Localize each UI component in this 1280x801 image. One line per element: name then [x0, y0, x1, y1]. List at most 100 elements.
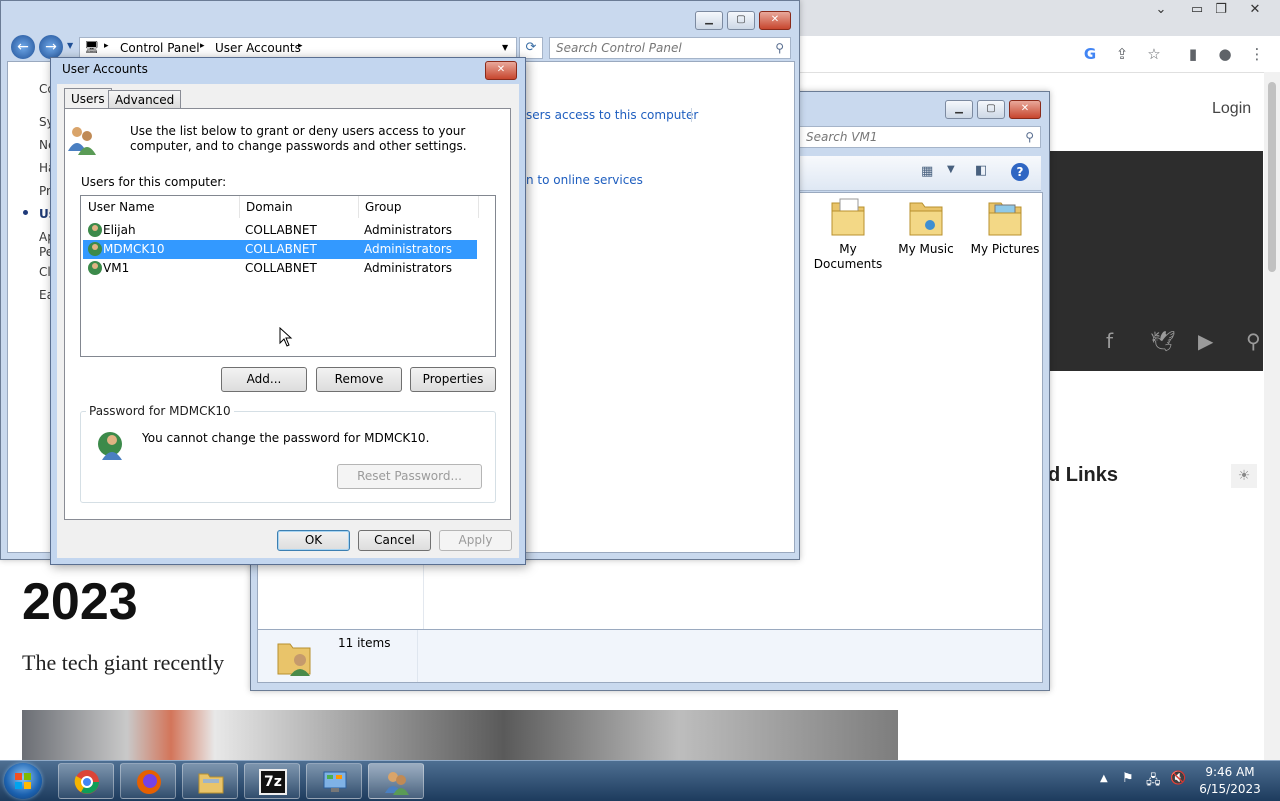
start-button[interactable] [4, 763, 42, 799]
minimize-button[interactable]: ▁ [945, 100, 973, 119]
cancel-button[interactable]: Cancel [358, 530, 431, 551]
view-options-icon[interactable]: ▦ [921, 164, 937, 180]
tab-users[interactable]: Users [64, 88, 112, 108]
close-button[interactable]: ✕ [1009, 100, 1041, 119]
remove-user-button[interactable]: Remove [316, 367, 402, 392]
user-folder-icon [277, 643, 311, 676]
control-panel-icon [323, 771, 347, 792]
ok-button[interactable]: OK [277, 530, 350, 551]
folder-icon [831, 198, 865, 236]
login-link[interactable]: Login [1212, 100, 1251, 118]
chevron-down-icon[interactable]: ▼ [947, 164, 957, 180]
apply-button[interactable]: Apply [439, 530, 512, 551]
google-icon[interactable]: G [1079, 44, 1101, 64]
taskbar-user-accounts[interactable] [368, 763, 424, 799]
taskbar-firefox[interactable] [120, 763, 176, 799]
folder-my-pictures[interactable]: My Pictures [968, 195, 1042, 257]
table-row-selected[interactable]: MDMCK10 COLLABNET Administrators [83, 240, 477, 259]
domain-user-large-icon [98, 432, 122, 460]
explorer-status-bar: 11 items [257, 629, 1043, 683]
forward-arrow-icon[interactable]: → [39, 35, 63, 59]
item-count: 11 items [338, 636, 391, 650]
youtube-icon[interactable]: ▶ [1198, 329, 1213, 353]
7zip-icon: 7z [259, 769, 287, 795]
control-panel-search-input[interactable]: Search Control Panel ⚲ [549, 37, 791, 59]
cell-domain: COLLABNET [245, 242, 317, 256]
column-header-user-name[interactable]: User Name [82, 196, 240, 218]
properties-button[interactable]: Properties [410, 367, 496, 392]
column-header-domain[interactable]: Domain [240, 196, 359, 218]
help-icon[interactable]: ? [1011, 163, 1029, 181]
dialog-close-button[interactable]: ✕ [485, 61, 517, 80]
side-panel-icon[interactable]: ▮ [1182, 44, 1204, 64]
taskbar-control-panel[interactable] [306, 763, 362, 799]
profile-icon[interactable]: ● [1214, 44, 1236, 64]
cell-group: Administrators [364, 261, 453, 275]
clock-date[interactable]: 6/15/2023 [1196, 782, 1264, 796]
address-dropdown-icon[interactable]: ▼ [502, 43, 508, 52]
show-hidden-icons-icon[interactable]: ▲ [1100, 773, 1108, 784]
folder-label-line1: My [839, 242, 857, 256]
taskbar-explorer[interactable] [182, 763, 238, 799]
breadcrumb-user-accounts[interactable]: User Accounts [215, 41, 301, 55]
network-icon[interactable]: 🖧 [1146, 771, 1161, 793]
article-heading: 2023 [22, 573, 138, 631]
column-header-group[interactable]: Group [359, 196, 479, 218]
password-groupbox [80, 411, 496, 503]
current-item-bullet-icon [23, 210, 28, 215]
online-services-link[interactable]: n to online services [526, 173, 643, 187]
cell-user-name: VM1 [103, 261, 130, 275]
maximize-button[interactable]: ▢ [977, 100, 1005, 119]
address-bar[interactable]: 🖥 ▸ Control Panel ▸ User Accounts ▸ ▼ [79, 37, 517, 59]
left-nav-item[interactable]: Cl [39, 265, 51, 279]
close-icon[interactable]: ✕ [1240, 0, 1270, 20]
scrollbar-thumb[interactable] [1268, 82, 1276, 272]
table-row[interactable]: Elijah COLLABNET Administrators [83, 221, 477, 240]
users-icon [68, 127, 96, 155]
hero-banner: f 🕊 ▶ ⚲ [1048, 151, 1263, 371]
share-icon[interactable]: ⇪ [1111, 44, 1133, 64]
restore-icon[interactable]: ❐ [1206, 0, 1236, 20]
refresh-icon[interactable]: ⟳ [519, 37, 543, 59]
breadcrumb-separator-icon: ▸ [200, 41, 205, 51]
facebook-icon[interactable]: f [1106, 329, 1113, 353]
intro-text: Use the list below to grant or deny user… [130, 124, 467, 153]
close-button[interactable]: ✕ [759, 11, 791, 30]
users-icon [385, 772, 409, 795]
folder-my-documents[interactable]: My Documents [812, 195, 884, 272]
breadcrumb-separator-icon: ▸ [298, 41, 303, 51]
table-row[interactable]: VM1 COLLABNET Administrators [83, 259, 477, 278]
add-user-button[interactable]: Add... [221, 367, 307, 392]
article-snippet: The tech giant recently [22, 650, 225, 675]
tab-advanced[interactable]: Advanced [108, 90, 182, 108]
explorer-search-input[interactable]: Search VM1 ⚲ [799, 126, 1041, 148]
windows-logo-icon [15, 773, 31, 789]
breadcrumb-control-panel[interactable]: Control Panel [120, 41, 200, 55]
bookmark-star-icon[interactable]: ☆ [1143, 44, 1165, 64]
action-center-flag-icon[interactable]: ⚑ [1122, 771, 1134, 786]
tab-search-icon[interactable]: ⌄ [1146, 0, 1176, 20]
twitter-icon[interactable]: 🕊 [1150, 329, 1175, 353]
browser-scrollbar[interactable] [1264, 72, 1280, 760]
cell-user-name: Elijah [103, 223, 136, 237]
folder-icon [198, 773, 224, 794]
volume-muted-icon[interactable]: 🔇 [1170, 771, 1186, 786]
menu-kebab-icon[interactable]: ⋮ [1246, 44, 1268, 64]
user-access-link[interactable]: sers access to this computer [526, 108, 698, 122]
taskbar-7zip[interactable]: 7z [244, 763, 300, 799]
reset-password-button[interactable]: Reset Password... [337, 464, 482, 489]
search-icon[interactable]: ⚲ [1025, 127, 1034, 147]
search-icon[interactable]: ⚲ [1246, 329, 1261, 353]
back-arrow-icon[interactable]: ← [11, 35, 35, 59]
clock-time[interactable]: 9:46 AM [1200, 765, 1260, 779]
mouse-cursor-icon [279, 327, 293, 347]
settings-sun-icon[interactable]: ☀ [1231, 464, 1257, 488]
search-icon[interactable]: ⚲ [775, 38, 784, 58]
history-chevron-icon[interactable]: ▼ [67, 41, 73, 50]
taskbar-chrome[interactable] [58, 763, 114, 799]
folder-my-music[interactable]: My Music [894, 195, 958, 257]
maximize-button[interactable]: ▢ [727, 11, 755, 30]
preview-pane-icon[interactable]: ◧ [975, 163, 993, 181]
minimize-button[interactable]: ▁ [695, 11, 723, 30]
cell-group: Administrators [364, 242, 453, 256]
